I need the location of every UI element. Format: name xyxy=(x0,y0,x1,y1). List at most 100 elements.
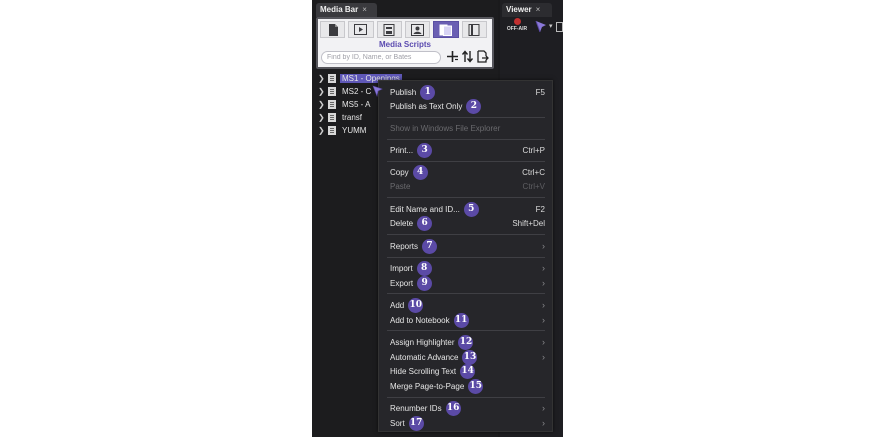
add-icon[interactable] xyxy=(446,50,459,63)
tree-item-label: MS5 - A xyxy=(342,100,371,109)
menu-item-label: Export xyxy=(390,278,414,288)
chevron-right-icon: › xyxy=(542,300,545,310)
chevron-right-icon: › xyxy=(542,241,545,251)
media-scripts-icon xyxy=(439,24,453,36)
tree-item-label: MS2 - C xyxy=(342,87,372,96)
export-icon[interactable] xyxy=(476,50,489,63)
callout-badge: 14 xyxy=(460,363,476,379)
context-menu: Publish 1 F5 Publish as Text Only 2 Show… xyxy=(378,80,553,432)
chevron-right-icon[interactable]: ❯ xyxy=(318,74,326,83)
close-icon[interactable]: × xyxy=(536,3,541,17)
menu-item-merge-page-to-page[interactable]: Merge Page-to-Page 15 xyxy=(390,378,545,394)
menu-item-label: Add to Notebook xyxy=(390,315,450,325)
menu-item-edit-name-id[interactable]: Edit Name and ID... 5 F2 xyxy=(390,201,545,217)
close-icon[interactable]: × xyxy=(362,3,367,17)
tree-item-label: YUMM xyxy=(342,126,367,135)
chevron-right-icon: › xyxy=(542,337,545,347)
menu-separator xyxy=(387,257,545,258)
document-button[interactable] xyxy=(320,21,346,38)
tree-item-label: transf xyxy=(342,113,363,122)
menu-item-label: Delete xyxy=(390,218,414,228)
menu-item-add[interactable]: Add 10 › xyxy=(390,297,545,313)
menu-item-label: Publish xyxy=(390,87,417,97)
search-input[interactable] xyxy=(321,51,441,64)
media-scripts-button[interactable] xyxy=(433,21,459,38)
panel-controls xyxy=(446,50,489,63)
menu-item-copy[interactable]: Copy 4 Ctrl+C xyxy=(390,164,545,180)
chevron-right-icon[interactable]: ❯ xyxy=(318,126,326,135)
menu-separator xyxy=(387,117,545,118)
menu-item-label: Edit Name and ID... xyxy=(390,204,460,214)
menu-item-import[interactable]: Import 8 › xyxy=(390,260,545,276)
script-icon xyxy=(328,100,336,109)
callout-badge: 5 xyxy=(463,201,479,217)
tab-label: Media Bar xyxy=(320,5,359,14)
menu-separator xyxy=(387,397,545,398)
tab-viewer[interactable]: Viewer × xyxy=(502,3,552,17)
viewer-frame-icon[interactable] xyxy=(556,22,563,32)
app-window: Media Bar × Viewer × Media Scripts Find … xyxy=(312,0,563,437)
menu-separator xyxy=(387,234,545,235)
callout-badge: 12 xyxy=(458,334,474,350)
video-button[interactable] xyxy=(348,21,374,38)
callout-badge: 2 xyxy=(466,98,482,114)
chevron-right-icon: › xyxy=(542,263,545,273)
shortcut-label: F2 xyxy=(535,204,545,214)
highlighter-icon[interactable] xyxy=(534,19,548,33)
chevron-right-icon[interactable]: ❯ xyxy=(318,113,326,122)
menu-item-delete[interactable]: Delete 6 Shift+Del xyxy=(390,215,545,231)
menu-item-label: Merge Page-to-Page xyxy=(390,381,465,391)
menu-item-label: Sort xyxy=(390,418,405,428)
menu-item-print[interactable]: Print... 3 Ctrl+P xyxy=(390,142,545,158)
tab-label: Viewer xyxy=(506,5,532,14)
menu-separator xyxy=(387,330,545,331)
menu-item-export[interactable]: Export 9 › xyxy=(390,275,545,291)
menu-item-paste: Paste Ctrl+V xyxy=(390,180,545,192)
callout-badge: 10 xyxy=(408,297,424,313)
chevron-right-icon[interactable]: ❯ xyxy=(318,87,326,96)
menu-item-hide-scrolling-text[interactable]: Hide Scrolling Text 14 xyxy=(390,363,545,379)
menu-item-add-to-notebook[interactable]: Add to Notebook 11 › xyxy=(390,312,545,328)
callout-badge: 11 xyxy=(453,312,469,328)
callout-badge: 4 xyxy=(412,164,428,180)
callout-badge: 6 xyxy=(417,215,433,231)
menu-item-show-in-explorer: Show in Windows File Explorer xyxy=(390,122,545,134)
menu-item-label: Add xyxy=(390,300,405,310)
off-air-indicator[interactable]: OFF-AIR xyxy=(504,18,530,32)
menu-separator xyxy=(387,293,545,294)
shortcut-label: Ctrl+C xyxy=(522,167,545,177)
menu-item-label: Assign Highlighter xyxy=(390,337,455,347)
shortcut-label: Ctrl+V xyxy=(522,181,545,191)
menu-item-label: Reports xyxy=(390,241,419,251)
portrait-icon xyxy=(411,23,425,36)
menu-item-label: Automatic Advance xyxy=(390,352,459,362)
menu-separator xyxy=(387,161,545,162)
chevron-right-icon: › xyxy=(542,418,545,428)
shortcut-label: Shift+Del xyxy=(512,218,545,228)
portrait-button[interactable] xyxy=(404,21,431,38)
chevron-right-icon: › xyxy=(542,278,545,288)
chevron-down-icon[interactable]: ▾ xyxy=(549,22,553,30)
menu-item-publish[interactable]: Publish 1 F5 xyxy=(390,84,545,100)
callout-badge: 13 xyxy=(462,349,478,365)
menu-item-renumber-ids[interactable]: Renumber IDs 16 › xyxy=(390,400,545,416)
menu-item-reports[interactable]: Reports 7 › xyxy=(390,238,545,254)
chevron-right-icon[interactable]: ❯ xyxy=(318,100,326,109)
menu-item-label: Publish as Text Only xyxy=(390,101,463,111)
sort-icon[interactable] xyxy=(461,50,474,63)
shortcut-label: F5 xyxy=(535,87,545,97)
menu-item-assign-highlighter[interactable]: Assign Highlighter 12 › xyxy=(390,334,545,350)
menu-item-label: Copy xyxy=(390,167,409,177)
highlighter-cursor-icon xyxy=(372,85,383,97)
tab-media-bar[interactable]: Media Bar × xyxy=(316,3,377,17)
menu-separator xyxy=(387,139,545,140)
menu-item-label: Print... xyxy=(390,145,414,155)
scroll-button[interactable] xyxy=(461,21,487,38)
menu-item-automatic-advance[interactable]: Automatic Advance 13 › xyxy=(390,349,545,365)
menu-item-publish-text-only[interactable]: Publish as Text Only 2 xyxy=(390,98,545,114)
script-icon xyxy=(328,74,336,83)
record-dot-icon xyxy=(513,18,521,25)
doc-frame-button[interactable] xyxy=(376,21,402,38)
menu-item-label: Paste xyxy=(390,181,411,191)
menu-item-sort[interactable]: Sort 17 › xyxy=(390,415,545,431)
